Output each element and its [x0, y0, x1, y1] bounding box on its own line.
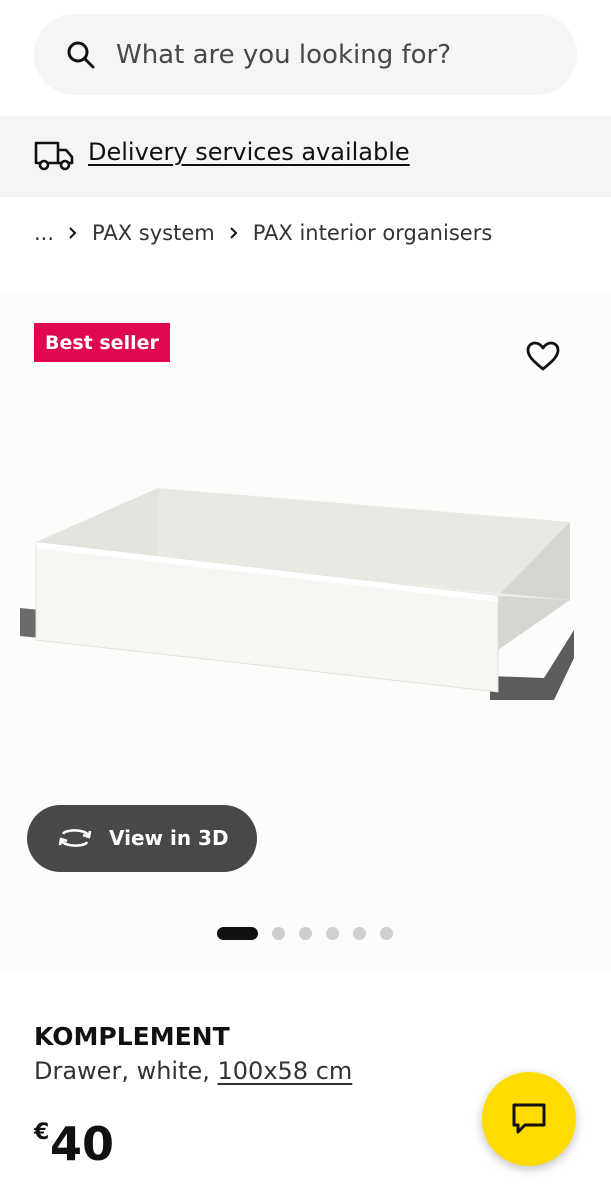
carousel-dot[interactable]	[299, 926, 312, 940]
product-size-link[interactable]: 100x58 cm	[218, 1057, 353, 1085]
delivery-services-link[interactable]: Delivery services available	[88, 138, 410, 166]
breadcrumb-item-pax-interior-organisers[interactable]: PAX interior organisers	[253, 221, 493, 245]
product-page: Delivery services available ... PAX syst…	[0, 0, 611, 1200]
rotate-3d-icon	[58, 829, 92, 847]
carousel-indicator	[217, 926, 407, 940]
best-seller-badge: Best seller	[34, 323, 170, 362]
drawer-product-image	[20, 488, 574, 700]
price-currency: €	[34, 1120, 50, 1145]
carousel-dot[interactable]	[326, 926, 339, 940]
chevron-right-icon	[69, 227, 77, 239]
view-in-3d-label: View in 3D	[109, 826, 229, 850]
carousel-dot[interactable]	[272, 926, 285, 940]
breadcrumb-item-pax-system[interactable]: PAX system	[92, 221, 215, 245]
chevron-right-icon	[229, 227, 238, 239]
search-icon[interactable]	[66, 40, 96, 70]
carousel-dot-active[interactable]	[217, 926, 258, 940]
price-value: 40	[50, 1117, 115, 1171]
breadcrumb-item-more[interactable]: ...	[34, 221, 54, 245]
chat-icon	[512, 1103, 546, 1134]
carousel-dot[interactable]	[353, 926, 366, 940]
chat-button[interactable]	[482, 1072, 576, 1166]
heart-icon[interactable]	[525, 340, 561, 372]
search-input[interactable]	[116, 36, 556, 74]
product-name: KOMPLEMENT	[34, 1022, 230, 1051]
product-description: Drawer, white, 100x58 cm	[34, 1057, 352, 1085]
truck-icon	[34, 141, 74, 171]
product-type: Drawer, white,	[34, 1057, 218, 1085]
carousel-dot[interactable]	[380, 926, 393, 940]
breadcrumb: ... PAX system PAX interior organisers	[34, 219, 492, 247]
view-in-3d-button[interactable]: View in 3D	[27, 805, 257, 872]
